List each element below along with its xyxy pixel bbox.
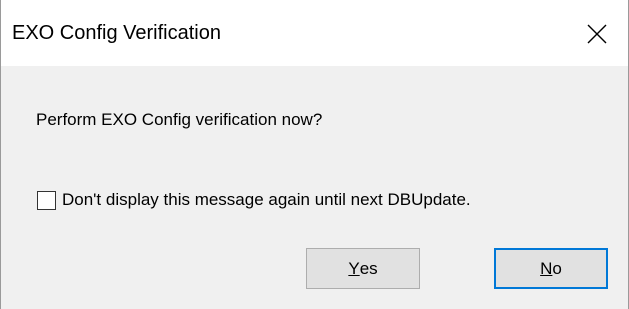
dialog-window: EXO Config Verification Perform EXO Conf… <box>0 0 629 309</box>
dialog-body: Perform EXO Config verification now? Don… <box>1 66 628 309</box>
no-button-mnemonic: N <box>540 258 553 278</box>
dialog-message: Perform EXO Config verification now? <box>36 110 323 129</box>
dont-display-checkbox[interactable] <box>37 190 56 210</box>
yes-button-mnemonic: Y <box>348 258 360 278</box>
close-icon <box>587 24 607 44</box>
window-title: EXO Config Verification <box>12 22 221 44</box>
yes-button-label: es <box>359 258 378 278</box>
no-button[interactable]: No <box>494 248 608 289</box>
yes-button[interactable]: Yes <box>306 248 420 289</box>
dont-display-checkbox-row[interactable]: Don't display this message again until n… <box>37 188 471 212</box>
no-button-label: o <box>552 258 562 278</box>
close-button[interactable] <box>568 0 628 66</box>
title-bar[interactable]: EXO Config Verification <box>1 0 628 66</box>
dont-display-checkbox-label[interactable]: Don't display this message again until n… <box>62 190 471 210</box>
